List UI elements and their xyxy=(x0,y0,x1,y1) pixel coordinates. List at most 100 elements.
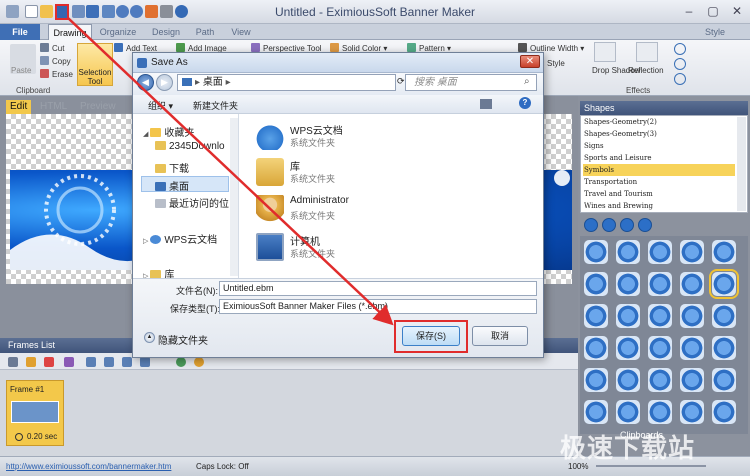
first-page-icon[interactable] xyxy=(584,218,598,232)
sun-icon[interactable] xyxy=(709,269,739,299)
list-item-selected[interactable]: Symbols xyxy=(583,164,735,176)
circle-icon[interactable] xyxy=(584,400,608,424)
frame-delete-icon[interactable] xyxy=(44,357,54,367)
search-input[interactable]: 搜索 桌面 xyxy=(405,74,537,91)
tower-icon[interactable] xyxy=(584,304,608,328)
check-icon[interactable] xyxy=(648,400,672,424)
tab-view[interactable]: View xyxy=(226,24,256,40)
pen-icon[interactable] xyxy=(712,304,736,328)
ring-icon[interactable] xyxy=(648,336,672,360)
warning-icon[interactable] xyxy=(680,272,704,296)
view-options-icon[interactable] xyxy=(480,99,492,109)
chess-icon[interactable] xyxy=(584,336,608,360)
organize-button[interactable]: 组织 ▾ xyxy=(148,99,173,112)
cancel-button[interactable]: 取消 xyxy=(472,326,528,346)
tree-item-wps[interactable]: ▷ WPS云文档 xyxy=(143,231,217,246)
new-folder-button[interactable]: 新建文件夹 xyxy=(193,99,238,112)
smile-icon[interactable] xyxy=(712,240,736,264)
stop-icon[interactable] xyxy=(680,240,704,264)
forward-icon[interactable]: ▶ xyxy=(156,74,173,91)
reflection-button[interactable]: Reflection xyxy=(628,66,664,75)
list-item[interactable]: Transportation xyxy=(583,176,735,188)
frame-thumbnail[interactable]: Frame #1 0.20 sec xyxy=(6,380,64,446)
filename-input[interactable]: Untitled.ebm xyxy=(219,281,537,296)
prev-page-icon[interactable] xyxy=(602,218,616,232)
frame-move-icon[interactable] xyxy=(86,357,96,367)
radiation-icon[interactable] xyxy=(616,272,640,296)
drop-shadow-icon[interactable] xyxy=(594,42,616,62)
scale-icon[interactable] xyxy=(584,368,608,392)
frame-paste-icon[interactable] xyxy=(122,357,132,367)
cut-button[interactable]: Cut xyxy=(40,43,64,53)
style-button[interactable]: Style xyxy=(547,59,565,68)
flower-icon[interactable] xyxy=(648,272,672,296)
dialog-close-button[interactable]: ✕ xyxy=(520,55,540,68)
list-item[interactable]: Signs xyxy=(583,140,735,152)
hand-icon[interactable] xyxy=(616,336,640,360)
refresh-icon[interactable]: ⟳ xyxy=(397,76,405,87)
tree-item-favorites[interactable]: ◢ 收藏夹 xyxy=(143,124,194,139)
tab-drawing[interactable]: Drawing xyxy=(48,24,92,40)
tab-file[interactable]: File xyxy=(0,24,40,40)
gear-icon[interactable] xyxy=(648,240,672,264)
minimize-icon[interactable]: – xyxy=(678,3,700,19)
effect-option-icon[interactable] xyxy=(674,58,686,70)
tree-item-desktop[interactable]: 桌面 xyxy=(141,176,229,193)
next-page-icon[interactable] xyxy=(620,218,634,232)
frame-edit-icon[interactable] xyxy=(26,357,36,367)
frame-add-icon[interactable] xyxy=(8,357,18,367)
eye-icon[interactable] xyxy=(648,304,672,328)
frame-timer-icon[interactable] xyxy=(194,357,204,367)
shell-icon[interactable] xyxy=(712,336,736,360)
website-link[interactable]: http://www.eximioussoft.com/bannermaker.… xyxy=(6,462,171,471)
crown-icon[interactable] xyxy=(712,400,736,424)
last-page-icon[interactable] xyxy=(638,218,652,232)
reflection-icon[interactable] xyxy=(636,42,658,62)
tree-item-downloads[interactable]: 下载 xyxy=(155,160,189,175)
list-item[interactable]: Wines and Brewing xyxy=(583,200,735,212)
back-icon[interactable]: ◀ xyxy=(137,74,154,91)
gear-small-icon[interactable] xyxy=(680,368,704,392)
list-item[interactable]: Shapes-Geometry(2) xyxy=(583,116,735,128)
scissors-icon[interactable] xyxy=(680,400,704,424)
tree-item-recent[interactable]: 最近访问的位 xyxy=(155,195,229,210)
copy-button[interactable]: Copy xyxy=(40,56,71,66)
tree-scrollbar[interactable] xyxy=(230,118,238,276)
cup-icon[interactable] xyxy=(616,400,640,424)
frame-tool-icon[interactable] xyxy=(64,357,74,367)
scrollbar[interactable] xyxy=(737,117,746,211)
arrow-star-icon[interactable] xyxy=(584,272,608,296)
frame-play-icon[interactable] xyxy=(176,357,186,367)
selection-tool-button[interactable]: Selection Tool xyxy=(77,43,113,86)
spiral-icon[interactable] xyxy=(616,368,640,392)
tab-edit[interactable]: Edit xyxy=(6,100,32,114)
wheel-icon[interactable] xyxy=(712,368,736,392)
tab-design[interactable]: Design xyxy=(146,24,186,40)
plus-icon[interactable] xyxy=(616,304,640,328)
style-menu[interactable]: Style xyxy=(700,24,730,40)
tab-organize[interactable]: Organize xyxy=(96,24,140,40)
pyramid-icon[interactable] xyxy=(648,368,672,392)
list-item[interactable]: Travel and Tourism xyxy=(583,188,735,200)
close-icon[interactable]: ✕ xyxy=(726,3,748,19)
filetype-select[interactable]: EximiousSoft Banner Maker Files (*.ebm) xyxy=(219,299,537,314)
frame-copy-icon[interactable] xyxy=(104,357,114,367)
biohazard-icon[interactable] xyxy=(584,240,608,264)
maximize-icon[interactable]: ▢ xyxy=(702,3,724,19)
hide-folders-toggle[interactable]: 隐藏文件夹 xyxy=(158,332,208,347)
frame-arrow-icon[interactable] xyxy=(140,357,150,367)
zoom-slider[interactable] xyxy=(596,465,706,467)
erase-button[interactable]: Erase xyxy=(40,69,73,79)
paste-button[interactable]: Paste xyxy=(11,66,31,75)
tree-item-downloads-2345[interactable]: 2345Downlo xyxy=(155,141,225,152)
tree-icon[interactable] xyxy=(616,240,640,264)
tab-preview[interactable]: Preview xyxy=(76,100,120,114)
tab-path[interactable]: Path xyxy=(190,24,220,40)
collapse-icon[interactable]: ▲ xyxy=(144,332,155,343)
wave-icon[interactable] xyxy=(680,304,704,328)
list-item[interactable]: Sports and Leisure xyxy=(583,152,735,164)
list-item[interactable]: Shapes-Geometry(3) xyxy=(583,128,735,140)
effect-option-icon[interactable] xyxy=(674,43,686,55)
leaf-icon[interactable] xyxy=(680,336,704,360)
effect-option-icon[interactable] xyxy=(674,73,686,85)
